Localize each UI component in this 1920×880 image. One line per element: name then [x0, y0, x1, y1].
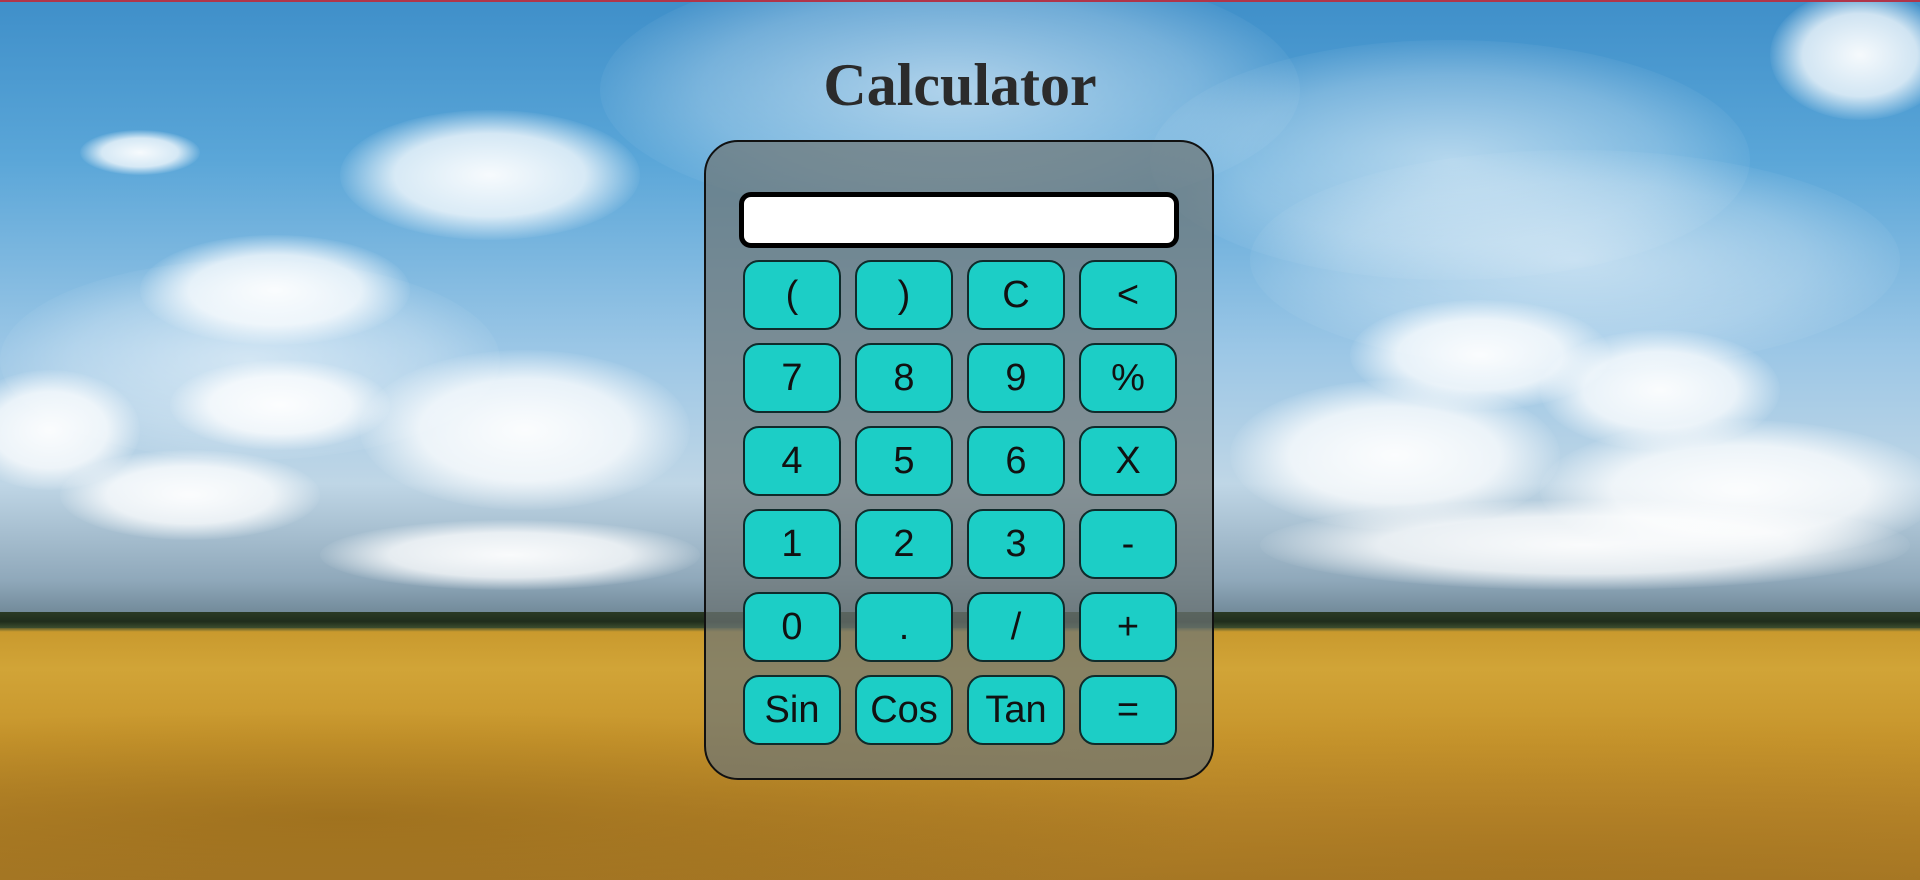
digit-0-button[interactable]: 0	[743, 592, 841, 662]
add-button[interactable]: +	[1079, 592, 1177, 662]
digit-9-button[interactable]: 9	[967, 343, 1065, 413]
digit-6-button[interactable]: 6	[967, 426, 1065, 496]
digit-4-button[interactable]: 4	[743, 426, 841, 496]
tan-button[interactable]: Tan	[967, 675, 1065, 745]
digit-7-button[interactable]: 7	[743, 343, 841, 413]
top-accent-line	[0, 0, 1920, 2]
multiply-button[interactable]: X	[1079, 426, 1177, 496]
digit-5-button[interactable]: 5	[855, 426, 953, 496]
calculator-display-input[interactable]	[739, 192, 1179, 248]
percent-button[interactable]: %	[1079, 343, 1177, 413]
sin-button[interactable]: Sin	[743, 675, 841, 745]
calculator-panel: () C <7 8 9% 4 5 6 X 1 2 3- 0. / + Sin Cos Tan =	[704, 140, 1214, 780]
digit-8-button[interactable]: 8	[855, 343, 953, 413]
keypad: () C <7 8 9% 4 5 6 X 1 2 3- 0. / + Sin Cos Tan =	[743, 260, 1177, 745]
divide-button[interactable]: /	[967, 592, 1065, 662]
cos-button[interactable]: Cos	[855, 675, 953, 745]
digit-1-button[interactable]: 1	[743, 509, 841, 579]
open-paren-button[interactable]: (	[743, 260, 841, 330]
close-paren-button[interactable]: )	[855, 260, 953, 330]
clear-button[interactable]: C	[967, 260, 1065, 330]
subtract-button[interactable]: -	[1079, 509, 1177, 579]
digit-2-button[interactable]: 2	[855, 509, 953, 579]
decimal-button[interactable]: .	[855, 592, 953, 662]
equals-button[interactable]: =	[1079, 675, 1177, 745]
page-title: Calculator	[823, 52, 1097, 118]
digit-3-button[interactable]: 3	[967, 509, 1065, 579]
backspace-button[interactable]: <	[1079, 260, 1177, 330]
